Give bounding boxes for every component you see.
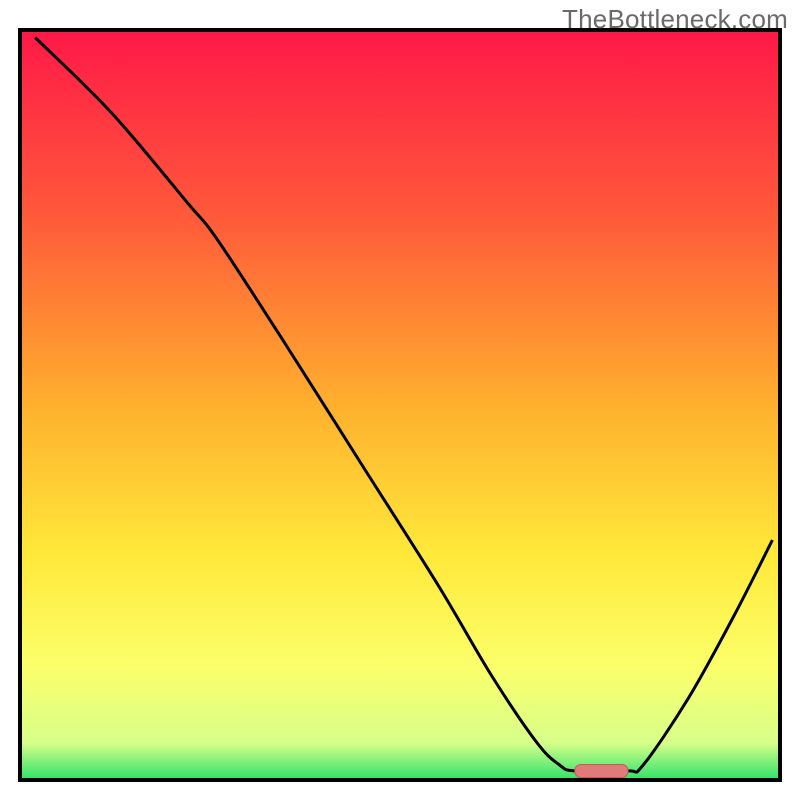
optimal-marker <box>575 765 628 778</box>
gradient-background <box>20 30 780 780</box>
bottleneck-chart <box>0 0 800 800</box>
watermark-text: TheBottleneck.com <box>562 4 788 35</box>
chart-container: TheBottleneck.com <box>0 0 800 800</box>
